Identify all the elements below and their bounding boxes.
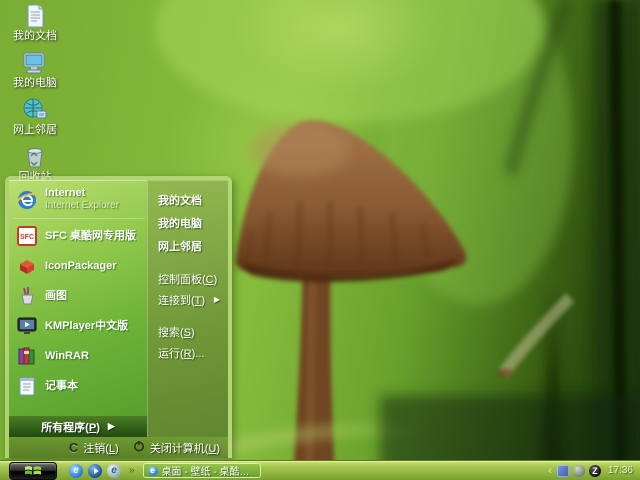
start-menu-panels: Internet Internet Explorer SFC SFC 桌酷网专用…	[9, 180, 228, 437]
tray-utility-icon[interactable]	[573, 465, 585, 477]
paint-icon	[15, 284, 39, 308]
menu-item-label: Internet Internet Explorer	[45, 187, 119, 212]
windows-flag-icon	[24, 464, 42, 477]
menu-item-search[interactable]: 搜索(S)	[156, 321, 224, 342]
menu-item-label: 搜索(S)	[158, 324, 195, 340]
kmplayer-icon	[15, 314, 39, 338]
quicklaunch-media-player-icon[interactable]	[88, 464, 102, 478]
tray-network-icon[interactable]	[557, 465, 569, 477]
tray-collapse-arrow-icon[interactable]: ‹	[548, 465, 552, 477]
menu-item-label: 控制面板(C)	[158, 271, 217, 287]
taskbar: e e » e 桌面 - 壁纸 - 桌酷壁... ‹ Z 17:36	[0, 460, 640, 480]
desktop-icon-my-computer[interactable]: 我的电脑	[6, 49, 64, 96]
menu-item-connect-to[interactable]: 连接到(T) ▶	[156, 289, 224, 310]
start-menu-left-panel: Internet Internet Explorer SFC SFC 桌酷网专用…	[9, 180, 147, 437]
menu-item-run[interactable]: 运行(R)...	[156, 342, 224, 363]
menu-item-notepad[interactable]: 记事本	[13, 371, 145, 401]
menu-item-label: WinRAR	[45, 350, 89, 362]
desktop-icon-label: 网上邻居	[13, 124, 57, 136]
menu-item-label: 网上邻居	[158, 238, 202, 254]
power-icon	[133, 440, 145, 455]
logoff-button[interactable]: C 注销(L)	[69, 440, 119, 456]
desktop-icon-label: 我的电脑	[13, 77, 57, 89]
menu-item-winrar[interactable]: WinRAR	[13, 341, 145, 371]
menu-item-my-documents[interactable]: 我的文档	[156, 188, 224, 211]
my-documents-icon	[20, 2, 50, 30]
menu-item-iconpackager[interactable]: IconPackager	[13, 251, 145, 281]
taskbar-task-button[interactable]: e 桌面 - 壁纸 - 桌酷壁...	[143, 463, 261, 478]
desktop-icon-my-documents[interactable]: 我的文档	[6, 2, 64, 49]
system-tray: ‹ Z 17:36	[548, 465, 640, 477]
start-menu-footer: C 注销(L) 关闭计算机(U)	[9, 437, 228, 458]
submenu-arrow-icon: ▶	[214, 295, 222, 304]
menu-item-label: SFC 桌酷网专用版	[45, 230, 136, 242]
menu-item-sfc[interactable]: SFC SFC 桌酷网专用版	[13, 221, 145, 251]
shutdown-label: 关闭计算机(U)	[150, 440, 220, 456]
menu-item-paint[interactable]: 画图	[13, 281, 145, 311]
menu-item-label: 记事本	[45, 380, 78, 392]
desktop-icon-list: 我的文档 我的电脑 网上邻居 回收站	[6, 2, 64, 190]
taskbar-clock[interactable]: 17:36	[608, 465, 633, 476]
notepad-icon	[15, 374, 39, 398]
menu-item-label: 我的文档	[158, 192, 202, 208]
all-programs-label: 所有程序(P)	[41, 419, 100, 435]
tray-z-app-icon[interactable]: Z	[589, 465, 601, 477]
start-menu: Internet Internet Explorer SFC SFC 桌酷网专用…	[5, 176, 232, 458]
menu-item-label: 连接到(T)	[158, 292, 205, 308]
quicklaunch-overflow-chevron-icon[interactable]: »	[129, 465, 135, 476]
shutdown-button[interactable]: 关闭计算机(U)	[133, 440, 220, 456]
menu-item-my-computer[interactable]: 我的电脑	[156, 211, 224, 234]
internet-explorer-icon: e	[148, 466, 158, 476]
network-places-icon	[20, 96, 50, 124]
menu-item-kmplayer[interactable]: KMPlayer中文版	[13, 311, 145, 341]
quicklaunch-ie-icon[interactable]: e	[69, 464, 83, 478]
menu-item-sublabel: Internet Explorer	[45, 200, 119, 211]
my-computer-icon	[20, 49, 50, 77]
logoff-icon: C	[69, 440, 78, 455]
logoff-label: 注销(L)	[83, 440, 118, 456]
iconpackager-icon	[15, 254, 39, 278]
start-button[interactable]	[9, 462, 57, 480]
svg-text:SFC: SFC	[20, 234, 34, 241]
menu-item-network-places[interactable]: 网上邻居	[156, 234, 224, 257]
menu-item-internet[interactable]: Internet Internet Explorer	[13, 184, 145, 219]
all-programs-button[interactable]: 所有程序(P) ▶	[9, 416, 147, 437]
recycle-bin-icon	[20, 143, 50, 171]
desktop-icon-network-places[interactable]: 网上邻居	[6, 96, 64, 143]
menu-item-label: 我的电脑	[158, 215, 202, 231]
menu-item-label: 运行(R)...	[158, 345, 204, 361]
menu-item-label: IconPackager	[45, 260, 117, 272]
quicklaunch-browser-icon[interactable]: e	[107, 464, 121, 478]
desktop-screen: 我的文档 我的电脑 网上邻居 回收站	[0, 0, 640, 480]
internet-explorer-icon	[15, 188, 39, 212]
menu-item-control-panel[interactable]: 控制面板(C)	[156, 268, 224, 289]
task-button-label: 桌面 - 壁纸 - 桌酷壁...	[162, 463, 256, 478]
menu-item-label: 画图	[45, 290, 67, 302]
winrar-icon	[15, 344, 39, 368]
desktop-icon-label: 我的文档	[13, 30, 57, 42]
start-menu-right-panel: 我的文档 我的电脑 网上邻居 控制面板(C) 连接到(T) ▶ 搜索(S) 运行(…	[147, 180, 228, 437]
sfc-icon: SFC	[15, 224, 39, 248]
start-menu-program-list: Internet Internet Explorer SFC SFC 桌酷网专用…	[9, 180, 147, 416]
menu-item-label: KMPlayer中文版	[45, 320, 128, 332]
quick-launch-bar: e e »	[69, 464, 135, 478]
all-programs-arrow-icon: ▶	[108, 421, 115, 432]
